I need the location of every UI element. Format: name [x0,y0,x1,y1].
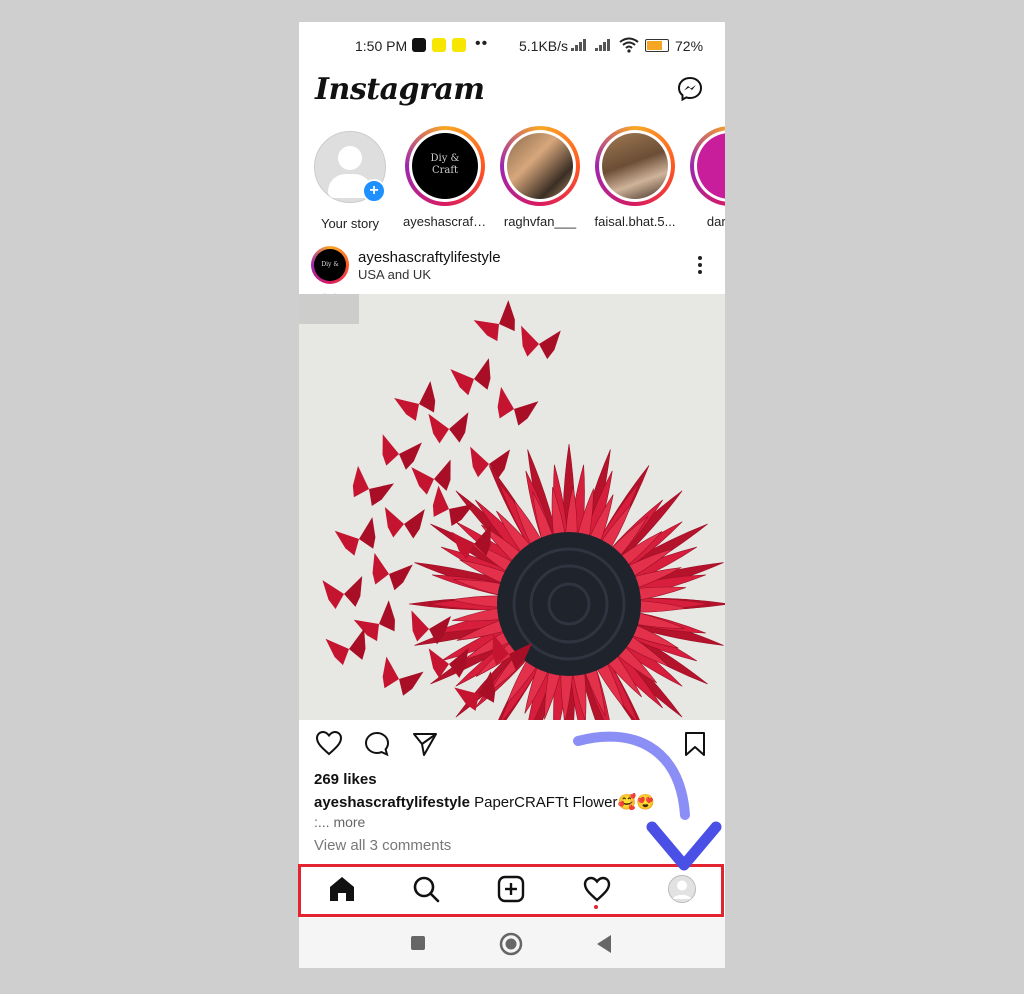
snapchat-notification-icon [432,38,446,52]
signal-icon [595,39,615,51]
status-bar: 1:50 PM •• 5.1KB/s 72% [299,22,725,68]
pointer-arrow-icon [573,731,722,871]
story-your-story[interactable]: + Your story [308,126,392,231]
post-image[interactable] [299,294,725,720]
paper-flower-image [299,294,725,720]
avatar[interactable]: Diy & Craft [311,246,349,300]
snapchat-notification-icon [452,38,466,52]
back-icon[interactable] [595,934,613,954]
view-comments-link[interactable]: View all 3 comments [314,837,451,854]
caption-username[interactable]: ayeshascraftylifestyle [314,794,470,811]
post-username[interactable]: ayeshascraftylifestyle [358,249,501,266]
more-options-icon[interactable] [697,256,703,276]
story-label: Your story [320,216,380,231]
story-ayeshascraft[interactable]: Diy & Craft ayeshascraft... [403,126,487,229]
avatar: + [314,131,386,203]
stories-tray: + Your story Diy & Craft ayeshascraft... … [299,126,725,238]
battery-icon [645,39,669,52]
story-raghvfan[interactable]: raghvfan___ [498,126,582,229]
story-label: ayeshascraft... [403,214,487,229]
story-faisal-bhat[interactable]: faisal.bhat.5... [593,126,677,229]
share-icon[interactable] [411,730,439,758]
messenger-icon[interactable] [677,76,703,102]
comment-icon[interactable] [363,730,391,758]
post-header: Diy & Craft ayeshascraftylifestyle USA a… [299,242,725,300]
battery-percent: 72% [675,38,704,54]
network-speed: 5.1KB/s [519,38,569,54]
add-story-icon[interactable]: + [362,179,386,203]
story-label: dar.ya... [706,214,725,229]
avatar [507,133,573,199]
like-icon[interactable] [315,730,343,756]
story-dar-ya[interactable]: dar.ya... [688,126,725,229]
more-notifications-icon: •• [475,35,489,52]
avatar: Diy & Craft [412,133,478,199]
tiktok-notification-icon [412,38,426,52]
status-time: 1:50 PM [355,38,408,54]
likes-count[interactable]: 269 likes [314,771,377,788]
story-label: faisal.bhat.5... [594,214,676,229]
caption-more-link[interactable]: :... more [314,814,365,830]
instagram-logo[interactable]: Instagram [315,72,485,107]
wifi-icon [619,37,639,53]
post-location[interactable]: USA and UK [358,267,431,282]
system-nav-bar [299,918,725,968]
avatar [602,133,668,199]
story-label: raghvfan___ [503,214,577,229]
recent-apps-icon[interactable] [410,935,426,951]
signal-icon [571,39,591,51]
home-button-icon[interactable] [499,932,523,956]
